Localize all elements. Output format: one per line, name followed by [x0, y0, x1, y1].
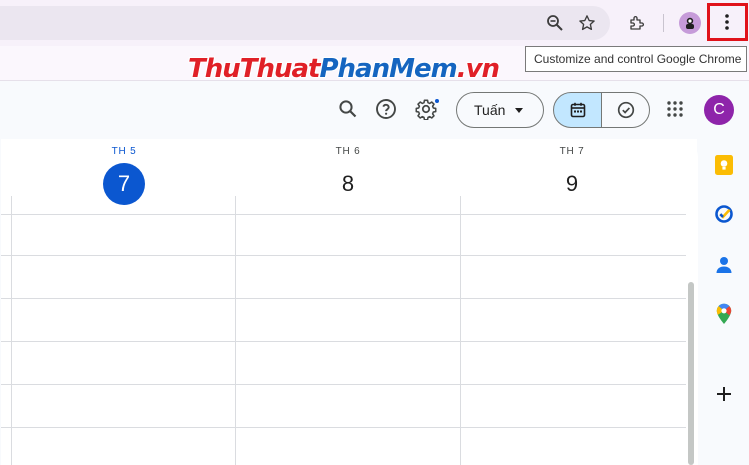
- left-gutter: [0, 139, 1, 465]
- day-header-sat[interactable]: TH 7 9: [542, 146, 602, 205]
- grid-line: [460, 196, 461, 465]
- browser-toolbar: [0, 0, 749, 46]
- grid-line: [0, 341, 686, 342]
- extensions-icon[interactable]: [623, 9, 651, 37]
- grid-line: [0, 384, 686, 385]
- maps-icon[interactable]: [712, 302, 736, 326]
- grid-line: [11, 196, 12, 465]
- day-header-fri[interactable]: TH 6 8: [318, 146, 378, 205]
- search-icon[interactable]: [332, 93, 364, 125]
- watermark-part2: PhanMem: [319, 54, 457, 84]
- address-bar[interactable]: [0, 6, 610, 40]
- calendar-icon: [570, 102, 585, 118]
- grid-line: [235, 196, 236, 465]
- screen: Customize and control Google Chrome ThuT…: [0, 0, 749, 465]
- grid-line: [0, 255, 686, 256]
- day-header-thu[interactable]: TH 5 7: [94, 146, 154, 205]
- view-selector-label: Tuấn: [474, 102, 506, 118]
- day-name: TH 7: [559, 146, 585, 157]
- menu-tooltip: Customize and control Google Chrome: [525, 46, 747, 72]
- contacts-icon[interactable]: [712, 253, 736, 277]
- star-icon[interactable]: [573, 9, 601, 37]
- apps-grid-icon[interactable]: [659, 93, 691, 125]
- more-vert-icon[interactable]: [713, 8, 741, 36]
- view-selector[interactable]: Tuấn: [456, 92, 544, 128]
- day-name: TH 6: [335, 146, 361, 157]
- scrollbar-thumb[interactable]: [688, 282, 694, 465]
- tasks-view-toggle[interactable]: [601, 92, 650, 128]
- profile-icon[interactable]: [679, 12, 701, 34]
- toolbar-separator: [663, 14, 664, 32]
- grid-line: [0, 427, 686, 428]
- day-name: TH 5: [111, 146, 137, 157]
- day-number[interactable]: 9: [551, 163, 593, 205]
- day-number[interactable]: 8: [327, 163, 369, 205]
- watermark-logo: ThuThuatPhanMem.vn: [188, 54, 500, 84]
- tasks-icon[interactable]: [712, 202, 736, 226]
- caret-down-icon: [515, 108, 523, 113]
- grid-line: [0, 298, 686, 299]
- zoom-out-icon[interactable]: [541, 9, 569, 37]
- add-icon[interactable]: [712, 382, 736, 406]
- watermark-part3: .vn: [456, 54, 500, 84]
- task-check-icon: [617, 101, 634, 119]
- grid-line: [0, 214, 686, 215]
- day-number-today[interactable]: 7: [103, 163, 145, 205]
- account-avatar[interactable]: C: [704, 95, 734, 125]
- help-icon[interactable]: [370, 93, 402, 125]
- calendar-view-toggle[interactable]: [553, 92, 602, 128]
- watermark-part1: ThuThuat: [188, 54, 320, 84]
- keep-icon[interactable]: [712, 153, 736, 177]
- notification-dot-icon: [434, 98, 440, 104]
